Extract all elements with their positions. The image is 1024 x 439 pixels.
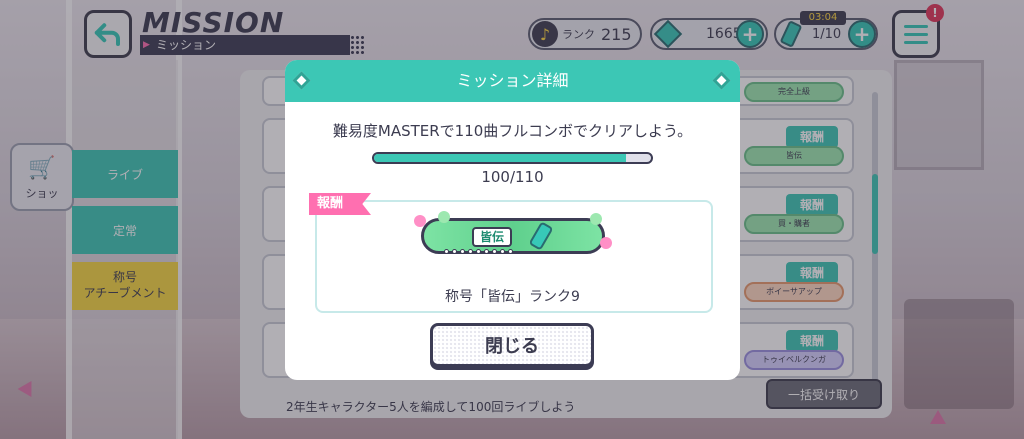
progress-bar — [372, 152, 653, 164]
flower-decoration — [414, 215, 426, 227]
badge-title-text: 皆伝 — [472, 227, 512, 247]
progress-text: 100/110 — [481, 168, 544, 186]
flower-decoration — [590, 213, 602, 225]
flower-decoration — [438, 211, 450, 223]
mission-detail-modal: ミッション詳細 難易度MASTERで110曲フルコンボでクリアしよう。 100/… — [285, 60, 740, 380]
flower-decoration — [600, 237, 612, 249]
energy-can-icon — [528, 221, 554, 251]
title-badge: 皆伝 — [414, 211, 612, 254]
close-button[interactable]: 閉じる — [430, 323, 594, 367]
close-label: 閉じる — [485, 336, 539, 357]
modal-title: ミッション詳細 — [456, 71, 569, 90]
mission-description: 難易度MASTERで110曲フルコンボでクリアしよう。 — [332, 122, 693, 140]
reward-name: 称号「皆伝」ランク9 — [445, 289, 580, 305]
modal-header: ミッション詳細 — [285, 60, 740, 102]
reward-label: 報酬 — [309, 193, 371, 215]
badge-rank-dots — [444, 249, 513, 254]
progress-fill — [374, 154, 626, 162]
